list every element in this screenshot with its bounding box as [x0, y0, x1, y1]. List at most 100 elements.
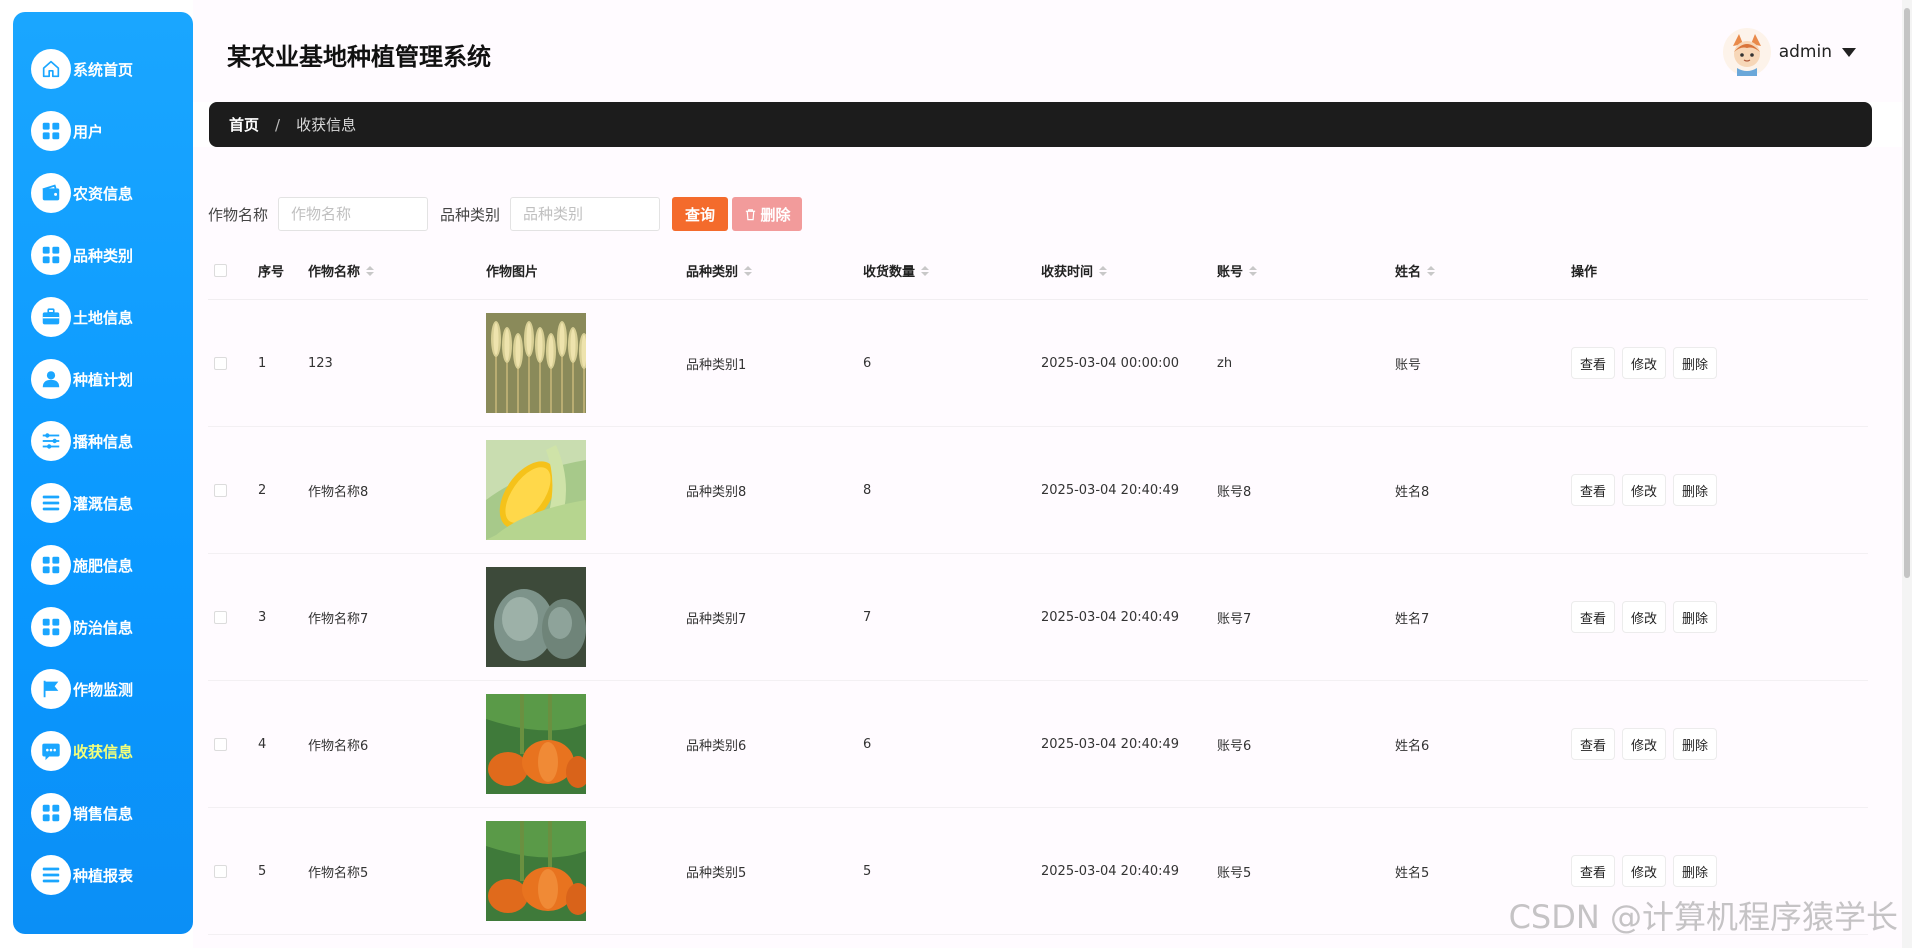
crop-name-input[interactable]: [278, 197, 429, 231]
edit-button[interactable]: 修改: [1622, 601, 1667, 633]
header-name[interactable]: 姓名: [1395, 261, 1571, 280]
sidebar-item-12[interactable]: 收获信息: [13, 720, 193, 782]
avatar[interactable]: [1722, 28, 1771, 76]
crop-image[interactable]: [486, 694, 586, 794]
view-button[interactable]: 查看: [1571, 601, 1616, 633]
breadcrumb-current: 收获信息: [296, 116, 357, 134]
edit-button[interactable]: 修改: [1622, 855, 1667, 887]
cell-quantity: 6: [863, 736, 872, 752]
sort-icon[interactable]: [366, 265, 375, 276]
scrollbar-thumb[interactable]: [1904, 8, 1910, 578]
delete-button[interactable]: 删除: [1673, 601, 1718, 633]
delete-button[interactable]: 删除: [1673, 474, 1718, 506]
sidebar-item-14[interactable]: 种植报表: [13, 844, 193, 906]
delete-button[interactable]: 删除: [1673, 347, 1718, 379]
cell-variety: 品种类别8: [686, 484, 747, 500]
crop-image[interactable]: [486, 313, 586, 413]
row-checkbox[interactable]: [214, 864, 227, 878]
delete-button[interactable]: 删除: [1673, 728, 1718, 760]
sidebar-item-label: 种植计划: [73, 370, 134, 389]
page-scrollbar[interactable]: [1902, 0, 1912, 948]
cell-index: 3: [258, 609, 267, 625]
header-crop-name[interactable]: 作物名称: [308, 261, 486, 280]
sidebar-item-5[interactable]: 土地信息: [13, 286, 193, 348]
sort-icon[interactable]: [1249, 265, 1258, 276]
view-button[interactable]: 查看: [1571, 347, 1616, 379]
sort-icon[interactable]: [1427, 265, 1436, 276]
caret-down-icon[interactable]: [1842, 47, 1856, 57]
header-account[interactable]: 账号: [1217, 261, 1395, 280]
cell-account: 账号5: [1217, 865, 1252, 881]
crop-image[interactable]: [486, 567, 586, 667]
search-bar: 作物名称 品种类别 查询 删除: [208, 197, 803, 231]
sidebar-item-label: 防治信息: [73, 618, 134, 637]
table-row: 1 123 品种类别1 6 2025-03-04 00:00:00 zh 账号 查看 修改 删除: [208, 300, 1868, 427]
sidebar-item-13[interactable]: 销售信息: [13, 782, 193, 844]
cell-crop-name: 作物名称5: [308, 865, 369, 881]
username[interactable]: admin: [1779, 42, 1832, 62]
sort-icon[interactable]: [744, 265, 753, 276]
breadcrumb: 首页 / 收获信息: [209, 102, 1872, 147]
sidebar-item-9[interactable]: 施肥信息: [13, 534, 193, 596]
header-variety[interactable]: 品种类别: [686, 261, 863, 280]
cell-index: 4: [258, 736, 267, 752]
table-row: 4 作物名称6 品种类别6 6 2025-03-04 20:40:49 账号6 姓名6 查看修…: [208, 681, 1868, 808]
cell-crop-name: 123: [308, 355, 333, 371]
sort-icon[interactable]: [921, 265, 930, 276]
crop-image[interactable]: [486, 440, 586, 540]
sidebar-item-8[interactable]: 灌溉信息: [13, 472, 193, 534]
sidebar-item-4[interactable]: 品种类别: [13, 224, 193, 286]
row-checkbox[interactable]: [214, 610, 227, 624]
variety-input[interactable]: [510, 197, 661, 231]
sidebar-item-11[interactable]: 作物监测: [13, 658, 193, 720]
sidebar-item-7[interactable]: 播种信息: [13, 410, 193, 472]
avatar-icon: [1722, 28, 1771, 76]
cell-index: 1: [258, 355, 267, 371]
cell-name: 姓名7: [1395, 611, 1430, 627]
delete-button[interactable]: 删除: [1673, 855, 1718, 887]
cell-time: 2025-03-04 20:40:49: [1041, 863, 1180, 879]
sidebar-item-2[interactable]: 用户: [13, 100, 193, 162]
user-menu[interactable]: admin: [1722, 28, 1856, 76]
header-quantity[interactable]: 收货数量: [863, 261, 1041, 280]
sidebar-item-1[interactable]: 系统首页: [13, 38, 193, 100]
sidebar-item-6[interactable]: 种植计划: [13, 348, 193, 410]
sidebar: 系统首页 用户 农资信息 品种类别 土地信息种植计划播种信息灌溉信息 施肥信息防治信息作物…: [13, 12, 193, 934]
batch-delete-button[interactable]: 删除: [732, 197, 803, 231]
cell-quantity: 5: [863, 863, 872, 879]
row-checkbox[interactable]: [214, 737, 227, 751]
cell-account: 账号6: [1217, 738, 1252, 754]
app-title: 某农业基地种植管理系统: [227, 43, 491, 71]
cell-variety: 品种类别7: [686, 611, 747, 627]
view-button[interactable]: 查看: [1571, 474, 1616, 506]
header-quantity-label: 收货数量: [863, 265, 916, 280]
breadcrumb-separator: /: [275, 115, 281, 134]
edit-button[interactable]: 修改: [1622, 347, 1667, 379]
table-row: 3 作物名称7 品种类别7 7 2025-03-04 20:40:49 账号7 姓名7 查看修…: [208, 554, 1868, 681]
query-button[interactable]: 查询: [672, 197, 729, 231]
row-checkbox[interactable]: [214, 483, 227, 497]
header-time-label: 收获时间: [1041, 265, 1094, 280]
select-all-checkbox[interactable]: [214, 264, 227, 277]
list-icon: [31, 483, 71, 523]
view-button[interactable]: 查看: [1571, 855, 1616, 887]
sidebar-item-label: 播种信息: [73, 432, 134, 451]
table-header: 序号 作物名称 作物图片 品种类别 收货数量 收获时间 账号 姓名 操作: [208, 242, 1868, 300]
cell-account: zh: [1217, 355, 1233, 371]
edit-button[interactable]: 修改: [1622, 728, 1667, 760]
sidebar-item-10[interactable]: 防治信息: [13, 596, 193, 658]
header-crop-name-label: 作物名称: [308, 265, 361, 280]
cell-quantity: 6: [863, 355, 872, 371]
breadcrumb-home[interactable]: 首页: [229, 114, 259, 135]
cell-index: 2: [258, 482, 267, 498]
crop-image[interactable]: [486, 821, 586, 921]
sort-icon[interactable]: [1099, 265, 1108, 276]
sidebar-item-3[interactable]: 农资信息: [13, 162, 193, 224]
edit-button[interactable]: 修改: [1622, 474, 1667, 506]
cell-time: 2025-03-04 20:40:49: [1041, 736, 1180, 752]
row-checkbox[interactable]: [214, 356, 227, 370]
cell-quantity: 8: [863, 482, 872, 498]
view-button[interactable]: 查看: [1571, 728, 1616, 760]
header-time[interactable]: 收获时间: [1041, 261, 1217, 280]
sliders-icon: [31, 421, 71, 461]
